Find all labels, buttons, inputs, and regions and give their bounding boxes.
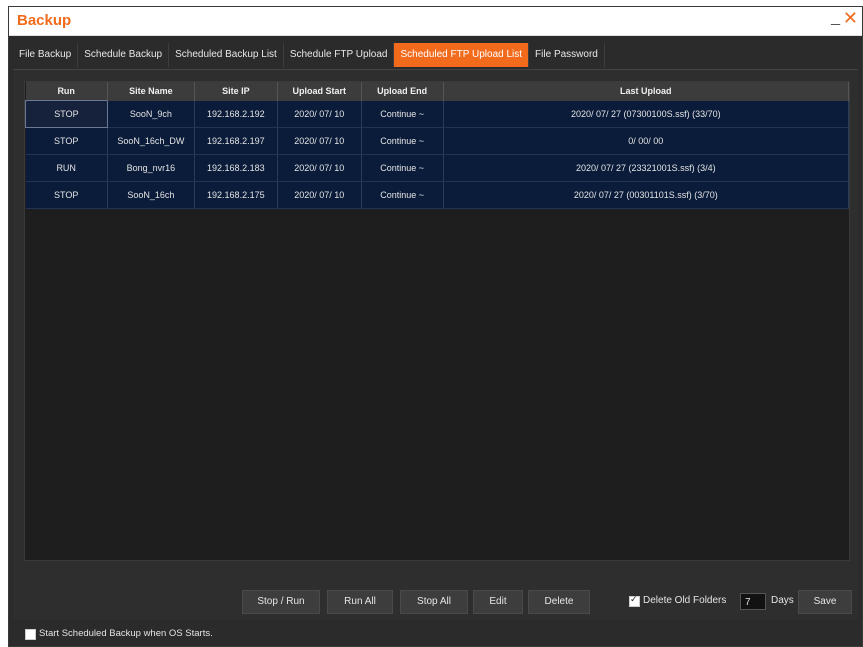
table-row[interactable]: STOP SooN_9ch 192.168.2.192 2020/ 07/ 10…	[25, 100, 850, 128]
column-header-upload-end[interactable]: Upload End	[361, 82, 444, 101]
column-header-last-upload[interactable]: Last Upload	[443, 82, 850, 101]
run-all-button[interactable]: Run All	[327, 590, 393, 614]
cell-site-ip: 192.168.2.183	[194, 154, 278, 182]
cell-upload-end: Continue ~	[361, 100, 444, 128]
tab-schedule-ftp-upload[interactable]: Schedule FTP Upload	[283, 43, 395, 67]
days-label: Days	[771, 595, 794, 606]
backup-window: Backup _ ✕ File Backup Schedule Backup S…	[8, 6, 863, 647]
cell-last-upload: 0/ 00/ 00	[443, 127, 850, 155]
table-row[interactable]: RUN Bong_nvr16 192.168.2.183 2020/ 07/ 1…	[25, 154, 850, 182]
delete-old-folders-checkbox[interactable]	[629, 594, 640, 607]
cell-upload-end: Continue ~	[361, 127, 444, 155]
column-header-site-name[interactable]: Site Name	[107, 82, 195, 101]
title-bar: Backup _ ✕	[9, 7, 862, 36]
save-button[interactable]: Save	[798, 590, 852, 614]
tab-file-password[interactable]: File Password	[529, 43, 605, 67]
column-header-upload-start[interactable]: Upload Start	[277, 82, 362, 101]
cell-last-upload: 2020/ 07/ 27 (23321001S.ssf) (3/4)	[443, 154, 850, 182]
tab-panel: Run Site Name Site IP Upload Start Uploa…	[13, 69, 858, 620]
cell-upload-end: Continue ~	[361, 181, 444, 209]
table-header-row: Run Site Name Site IP Upload Start Uploa…	[25, 82, 850, 101]
cell-upload-start: 2020/ 07/ 10	[277, 154, 362, 182]
tab-bar: File Backup Schedule Backup Scheduled Ba…	[13, 43, 605, 67]
cell-run[interactable]: RUN	[25, 154, 108, 182]
table-row[interactable]: STOP SooN_16ch 192.168.2.175 2020/ 07/ 1…	[25, 181, 850, 209]
column-header-site-ip[interactable]: Site IP	[194, 82, 278, 101]
cell-upload-start: 2020/ 07/ 10	[277, 127, 362, 155]
delete-old-folders-label: Delete Old Folders	[643, 595, 727, 606]
column-header-run[interactable]: Run	[25, 82, 108, 101]
cell-upload-start: 2020/ 07/ 10	[277, 181, 362, 209]
cell-last-upload: 2020/ 07/ 27 (07300100S.ssf) (33/70)	[443, 100, 850, 128]
minimize-icon[interactable]: _	[831, 9, 840, 27]
cell-site-ip: 192.168.2.192	[194, 100, 278, 128]
upload-list-grid[interactable]: Run Site Name Site IP Upload Start Uploa…	[24, 81, 850, 561]
start-on-os-checkbox[interactable]	[25, 629, 36, 640]
tab-schedule-backup[interactable]: Schedule Backup	[78, 43, 170, 67]
cell-site-ip: 192.168.2.197	[194, 127, 278, 155]
window-title: Backup	[17, 12, 72, 29]
table-row[interactable]: STOP SooN_16ch_DW 192.168.2.197 2020/ 07…	[25, 127, 850, 155]
cell-site-name: SooN_9ch	[107, 100, 195, 128]
start-on-os-label: Start Scheduled Backup when OS Starts.	[39, 628, 213, 639]
stop-run-button[interactable]: Stop / Run	[242, 590, 320, 614]
upload-list-table: Run Site Name Site IP Upload Start Uploa…	[25, 82, 850, 209]
cell-run[interactable]: STOP	[25, 100, 108, 128]
cell-upload-start: 2020/ 07/ 10	[277, 100, 362, 128]
tab-file-backup[interactable]: File Backup	[13, 43, 79, 67]
cell-site-name: Bong_nvr16	[107, 154, 195, 182]
edit-button[interactable]: Edit	[473, 590, 523, 614]
stop-all-button[interactable]: Stop All	[400, 590, 468, 614]
cell-site-ip: 192.168.2.175	[194, 181, 278, 209]
cell-run[interactable]: STOP	[25, 127, 108, 155]
cell-site-name: SooN_16ch	[107, 181, 195, 209]
cell-upload-end: Continue ~	[361, 154, 444, 182]
days-input[interactable]: 7	[740, 593, 766, 610]
cell-run[interactable]: STOP	[25, 181, 108, 209]
close-icon[interactable]: ✕	[843, 8, 858, 29]
tab-scheduled-ftp-upload-list[interactable]: Scheduled FTP Upload List	[394, 43, 530, 67]
cell-last-upload: 2020/ 07/ 27 (00301101S.ssf) (3/70)	[443, 181, 850, 209]
tab-scheduled-backup-list[interactable]: Scheduled Backup List	[169, 43, 284, 67]
delete-button[interactable]: Delete	[528, 590, 590, 614]
cell-site-name: SooN_16ch_DW	[107, 127, 195, 155]
